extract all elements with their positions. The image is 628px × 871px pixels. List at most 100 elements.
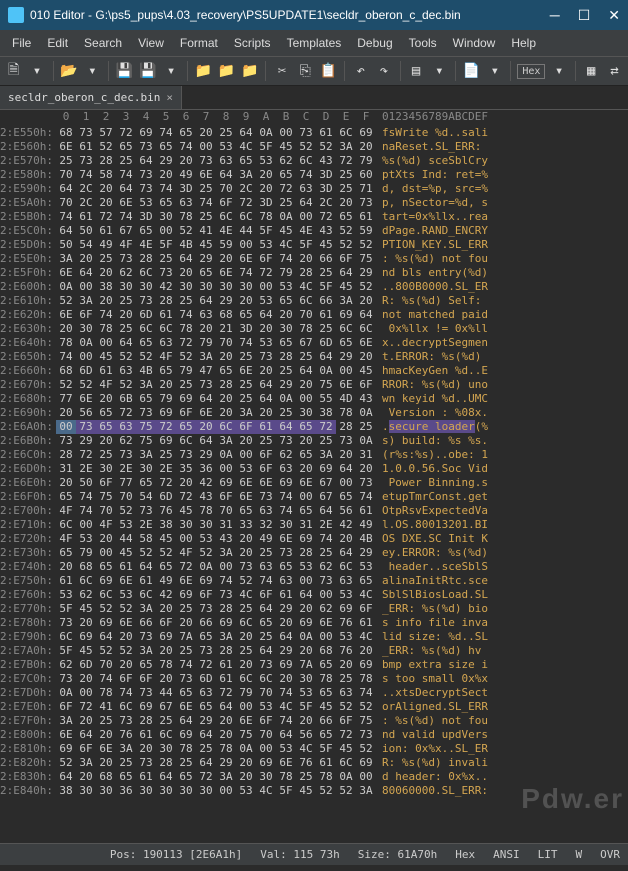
status-ansi[interactable]: ANSI <box>493 848 520 861</box>
hex-byte[interactable]: 20 <box>356 462 376 476</box>
hex-byte[interactable]: 61 <box>356 504 376 518</box>
menu-file[interactable]: File <box>4 32 39 54</box>
hex-byte[interactable]: 32 <box>256 518 276 532</box>
hex-byte[interactable]: 74 <box>116 168 136 182</box>
hex-byte[interactable]: 6C <box>136 266 156 280</box>
hex-byte[interactable]: 65 <box>196 266 216 280</box>
hex-byte[interactable]: 25 <box>116 756 136 770</box>
hex-byte[interactable]: 52 <box>356 280 376 294</box>
hex-byte[interactable]: 00 <box>76 518 96 532</box>
hex-byte[interactable]: 20 <box>276 616 296 630</box>
hex-byte[interactable]: 20 <box>356 350 376 364</box>
redo-icon[interactable]: ↷ <box>374 60 393 82</box>
hex-row[interactable]: 2:E6E0h:20506F7765722042696E6E696E670073… <box>0 476 628 490</box>
hex-byte[interactable]: 74 <box>316 532 336 546</box>
hex-byte[interactable]: 4C <box>356 630 376 644</box>
hex-byte[interactable]: 78 <box>276 770 296 784</box>
ascii-text[interactable]: OS DXE.SC Init K <box>382 532 488 546</box>
hex-byte[interactable]: 20 <box>76 770 96 784</box>
hex-byte[interactable]: 69 <box>356 126 376 140</box>
hex-byte[interactable]: 29 <box>196 448 216 462</box>
hex-byte[interactable]: 78 <box>96 686 116 700</box>
hex-byte[interactable]: 25 <box>156 448 176 462</box>
hex-byte[interactable]: 20 <box>256 182 276 196</box>
ascii-text[interactable]: header..sceSblS <box>382 560 488 574</box>
hex-byte[interactable]: 28 <box>96 154 116 168</box>
ascii-text[interactable]: bmp extra size i <box>382 658 488 672</box>
hex-byte[interactable]: 30 <box>196 280 216 294</box>
hex-byte[interactable]: 28 <box>296 546 316 560</box>
hex-byte[interactable]: 73 <box>136 630 156 644</box>
hex-byte[interactable]: 64 <box>56 770 76 784</box>
hex-byte[interactable]: 6C <box>236 616 256 630</box>
hex-byte[interactable]: 72 <box>156 420 176 434</box>
hex-byte[interactable]: 0A <box>56 686 76 700</box>
hex-byte[interactable]: 28 <box>276 350 296 364</box>
hex-byte[interactable]: 20 <box>156 672 176 686</box>
hex-row[interactable]: 2:E630h:203078256C6C7820213D203078256C6C… <box>0 322 628 336</box>
hex-byte[interactable]: 4F <box>116 238 136 252</box>
hex-byte[interactable]: 67 <box>316 490 336 504</box>
hex-byte[interactable]: 45 <box>316 700 336 714</box>
ascii-text[interactable]: nd valid updVers <box>382 728 488 742</box>
hex-byte[interactable]: 20 <box>96 728 116 742</box>
hex-byte[interactable]: 4C <box>256 784 276 798</box>
hex-byte[interactable]: 45 <box>96 350 116 364</box>
hex-byte[interactable]: 70 <box>116 490 136 504</box>
hex-byte[interactable]: 25 <box>216 126 236 140</box>
hex-byte[interactable]: 00 <box>56 420 76 434</box>
hex-byte[interactable]: 49 <box>96 238 116 252</box>
hex-byte[interactable]: 6E <box>236 476 256 490</box>
hex-byte[interactable]: 0A <box>336 770 356 784</box>
hex-byte[interactable]: 4F <box>56 532 76 546</box>
hex-byte[interactable]: 6F <box>76 308 96 322</box>
hex-byte[interactable]: 38 <box>156 518 176 532</box>
hex-byte[interactable]: 52 <box>316 140 336 154</box>
hex-byte[interactable]: 74 <box>196 196 216 210</box>
hex-byte[interactable]: 52 <box>336 784 356 798</box>
hex-byte[interactable]: 6F <box>56 700 76 714</box>
hex-byte[interactable]: 73 <box>256 658 276 672</box>
hex-byte[interactable]: 53 <box>236 462 256 476</box>
hex-byte[interactable]: 20 <box>216 392 236 406</box>
hex-byte[interactable]: 63 <box>116 420 136 434</box>
hex-byte[interactable]: 65 <box>216 364 236 378</box>
ascii-text[interactable]: RROR: %s(%d) uno <box>382 378 488 392</box>
hex-byte[interactable]: 75 <box>136 434 156 448</box>
menu-format[interactable]: Format <box>172 32 226 54</box>
hex-byte[interactable]: 73 <box>136 504 156 518</box>
hex-byte[interactable]: 69 <box>336 308 356 322</box>
hex-byte[interactable]: 20 <box>176 476 196 490</box>
hex-byte[interactable]: 3A <box>316 448 336 462</box>
hex-byte[interactable]: 64 <box>76 728 96 742</box>
hex-byte[interactable]: 3A <box>236 406 256 420</box>
hex-byte[interactable]: 20 <box>296 714 316 728</box>
hex-byte[interactable]: 61 <box>316 126 336 140</box>
hex-byte[interactable]: 72 <box>76 448 96 462</box>
hex-row[interactable]: 2:E820h:523A2025732825642920696E76616C69… <box>0 756 628 770</box>
hex-byte[interactable]: 20 <box>216 350 236 364</box>
hex-byte[interactable]: 2C <box>316 196 336 210</box>
hex-byte[interactable]: 72 <box>216 686 236 700</box>
hex-byte[interactable]: 73 <box>356 728 376 742</box>
hex-byte[interactable]: 43 <box>316 224 336 238</box>
hex-byte[interactable]: 70 <box>96 504 116 518</box>
hex-byte[interactable]: 77 <box>56 392 76 406</box>
hex-byte[interactable]: 3A <box>336 294 356 308</box>
hex-byte[interactable]: 4C <box>296 280 316 294</box>
hex-byte[interactable]: 25 <box>316 322 336 336</box>
hex-byte[interactable]: 2E <box>316 518 336 532</box>
hex-byte[interactable]: 41 <box>196 224 216 238</box>
ascii-text[interactable]: SblSlBiosLoad.SL <box>382 588 488 602</box>
ascii-text[interactable]: (r%s:%s)..obe: 1 <box>382 448 488 462</box>
hex-byte[interactable]: 20 <box>196 420 216 434</box>
hex-byte[interactable]: 6F <box>216 196 236 210</box>
hex-byte[interactable]: 70 <box>216 336 236 350</box>
hex-byte[interactable]: 20 <box>156 644 176 658</box>
hex-byte[interactable]: 69 <box>176 392 196 406</box>
hex-byte[interactable]: 20 <box>296 434 316 448</box>
hex-byte[interactable]: 29 <box>276 644 296 658</box>
hex-byte[interactable]: 61 <box>96 364 116 378</box>
ascii-text[interactable]: d header: 0x%x.. <box>382 770 488 784</box>
hex-byte[interactable]: 69 <box>156 434 176 448</box>
